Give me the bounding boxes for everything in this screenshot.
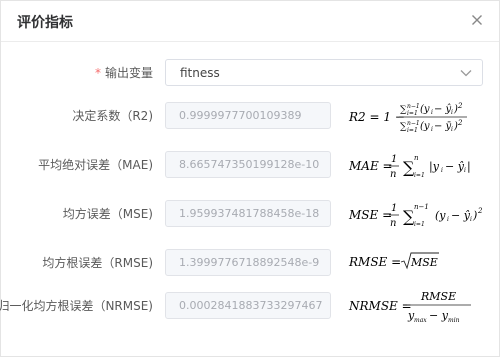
svg-text:n: n	[390, 218, 396, 229]
r2-value-field[interactable]: 0.9999977700109389	[165, 102, 331, 129]
svg-text:max: max	[414, 317, 427, 324]
svg-text:|: |	[467, 160, 471, 174]
required-mark: *	[94, 66, 101, 80]
mae-label: 平均绝对误差（MAE)	[38, 158, 153, 172]
svg-text:∑: ∑	[400, 105, 407, 115]
mse-row: 均方误差（MSE) 1.959937481788458e-18 MSE = 1 …	[1, 200, 499, 240]
svg-text:− ŷ: − ŷ	[445, 160, 465, 173]
svg-text:− ȳ: − ȳ	[434, 121, 452, 132]
svg-text:2: 2	[457, 119, 463, 127]
svg-text:∑: ∑	[400, 122, 407, 132]
nrmse-label: 归一化均方根误差（NRMSE)	[0, 299, 153, 313]
svg-text:n−1: n−1	[407, 120, 420, 127]
close-icon[interactable]	[469, 12, 485, 28]
svg-text:(y: (y	[435, 209, 446, 222]
svg-text:i: i	[464, 167, 466, 174]
r2-label: 决定系数（R2)	[72, 109, 153, 123]
svg-text:R2 = 1 −: R2 = 1 −	[348, 110, 405, 124]
svg-text:n−1: n−1	[407, 103, 420, 110]
output-variable-value: fitness	[180, 66, 220, 80]
rmse-row: 均方根误差（RMSE) 1.399977671889254​8e-9 RMSE …	[1, 249, 499, 289]
svg-text:i: i	[431, 126, 433, 133]
chevron-down-icon	[460, 70, 472, 77]
rmse-value-field[interactable]: 1.399977671889254​8e-9	[165, 249, 331, 276]
rmse-label: 均方根误差（RMSE)	[42, 256, 153, 270]
svg-text:RMSE =: RMSE =	[348, 255, 401, 269]
svg-text:i: i	[451, 109, 453, 116]
svg-text:n−1: n−1	[414, 203, 429, 211]
svg-text:MAE =: MAE =	[348, 159, 393, 173]
svg-text:n: n	[414, 154, 419, 162]
svg-text:): )	[472, 209, 477, 222]
svg-text:i=1: i=1	[414, 221, 425, 228]
svg-text:|y: |y	[429, 160, 440, 174]
mae-row: 平均绝对误差（MAE) 8.665747350199128e-10 MAE = …	[1, 151, 499, 191]
svg-text:i: i	[451, 126, 453, 133]
svg-text:(y: (y	[420, 104, 430, 115]
nrmse-value-field[interactable]: 0.0002841883733297467	[165, 292, 331, 319]
svg-text:n: n	[390, 169, 396, 180]
output-variable-select[interactable]: fitness	[165, 59, 483, 86]
svg-text:1: 1	[391, 203, 397, 214]
r2-row: 决定系数（R2) 0.9999977700109389 R2 = 1 − ∑ n…	[1, 102, 499, 142]
svg-text:RMSE: RMSE	[420, 290, 456, 303]
svg-text:i: i	[447, 216, 449, 223]
mse-value-field[interactable]: 1.959937481788458e-18	[165, 200, 331, 227]
svg-text:2: 2	[457, 102, 463, 110]
output-variable-row: * 输出变量 fitness	[1, 59, 499, 99]
svg-text:i=1: i=1	[407, 127, 418, 134]
rmse-formula: RMSE = MSE	[348, 252, 439, 270]
output-variable-label: * 输出变量	[94, 66, 153, 80]
svg-text:MSE: MSE	[410, 256, 438, 269]
svg-text:1: 1	[391, 154, 397, 165]
dialog-header: 评价指标	[1, 1, 499, 42]
svg-text:− ŷ: − ŷ	[434, 104, 452, 115]
svg-text:MSE =: MSE =	[348, 208, 392, 222]
svg-text:min: min	[448, 317, 460, 324]
mse-formula: MSE = 1 n ∑ n−1 i=1 (y i − ŷi ) 2	[348, 203, 483, 229]
dialog-title: 评价指标	[17, 15, 73, 31]
svg-text:NRMSE =: NRMSE =	[348, 299, 412, 313]
svg-text:i=1: i=1	[414, 172, 425, 179]
nrmse-formula: NRMSE = RMSE y max − y min	[348, 290, 471, 324]
svg-text:2: 2	[477, 207, 483, 215]
nrmse-row: 归一化均方根误差（NRMSE) 0.0002841883733297467 NR…	[0, 290, 499, 332]
svg-text:− y: − y	[429, 309, 449, 322]
svg-text:i: i	[441, 167, 443, 174]
svg-text:i: i	[470, 216, 472, 223]
mae-value-field[interactable]: 8.665747350199128e-10	[165, 151, 331, 178]
mae-formula: MAE = 1 n ∑ n i=1 |y i − ŷi |	[348, 154, 471, 180]
svg-text:− ŷ: − ŷ	[451, 209, 471, 222]
evaluation-metrics-dialog: 评价指标 * 输出变量 fitness 决定系数（R2) 0.9999977700…	[0, 0, 500, 357]
svg-text:i: i	[431, 109, 433, 116]
svg-text:i=1: i=1	[407, 110, 418, 117]
mse-label: 均方误差（MSE)	[62, 207, 153, 221]
svg-text:(y: (y	[420, 121, 430, 132]
r2-formula: R2 = 1 − ∑ n−1 i=1 (y i − ŷi ) 2 ∑ n−1 i=1…	[348, 102, 467, 134]
